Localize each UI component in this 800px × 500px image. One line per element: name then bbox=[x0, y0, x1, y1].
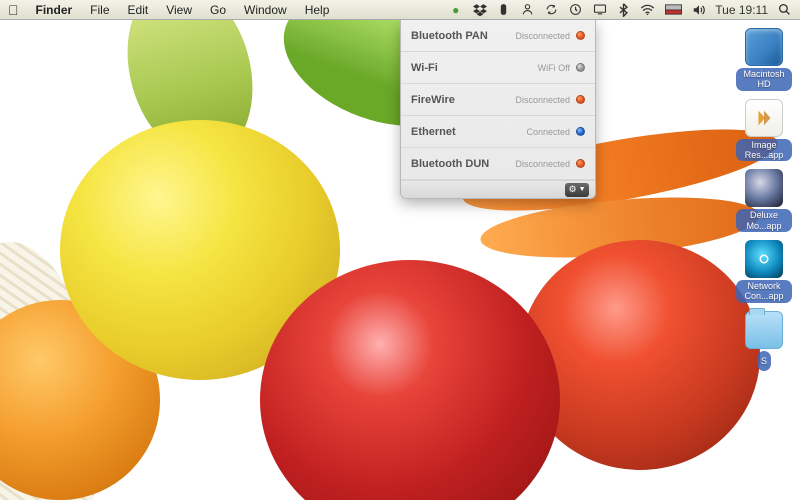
network-status: Connected bbox=[526, 127, 570, 137]
hard-drive-icon bbox=[745, 28, 783, 66]
icon-label: Network Con...app bbox=[736, 280, 792, 303]
gear-dropdown-button[interactable]: ⚙ ▼ bbox=[565, 183, 589, 197]
file-menu[interactable]: File bbox=[81, 3, 118, 17]
app-menu[interactable]: Finder bbox=[27, 3, 82, 17]
window-menu[interactable]: Window bbox=[235, 3, 296, 17]
edit-menu[interactable]: Edit bbox=[119, 3, 158, 17]
help-menu[interactable]: Help bbox=[296, 3, 339, 17]
apple-menu-icon[interactable]:  bbox=[8, 3, 19, 17]
desktop-icon-folder-s[interactable]: S bbox=[736, 311, 792, 371]
view-menu[interactable]: View bbox=[157, 3, 201, 17]
status-dot-icon bbox=[576, 31, 585, 40]
user-switch-icon[interactable] bbox=[520, 2, 535, 17]
status-dot-icon bbox=[576, 95, 585, 104]
network-name: Ethernet bbox=[411, 126, 456, 138]
status-dot-icon bbox=[576, 159, 585, 168]
network-name: Wi-Fi bbox=[411, 62, 438, 74]
status-dot-icon bbox=[576, 127, 585, 136]
folder-icon bbox=[745, 311, 783, 349]
network-status: Disconnected bbox=[515, 95, 570, 105]
gear-icon: ⚙ bbox=[568, 184, 576, 195]
sync-icon[interactable] bbox=[544, 2, 559, 17]
network-row-wifi[interactable]: Wi-Fi WiFi Off bbox=[401, 52, 595, 84]
moon-icon bbox=[745, 169, 783, 207]
icon-label: Deluxe Mo...app bbox=[736, 209, 792, 232]
network-name: Bluetooth DUN bbox=[411, 158, 489, 170]
status-dot-icon bbox=[576, 63, 585, 72]
network-status: Disconnected bbox=[515, 159, 570, 169]
chevron-down-icon: ▼ bbox=[579, 186, 586, 193]
time-machine-icon[interactable] bbox=[568, 2, 583, 17]
desktop-icon-network-connect-app[interactable]: Network Con...app bbox=[736, 240, 792, 303]
icon-label: S bbox=[757, 351, 771, 371]
app-icon bbox=[745, 99, 783, 137]
desktop-icons-column: Macintosh HD Image Res...app Deluxe Mo..… bbox=[734, 28, 794, 371]
desktop-icon-image-res-app[interactable]: Image Res...app bbox=[736, 99, 792, 162]
bluetooth-icon[interactable] bbox=[616, 2, 631, 17]
network-status: Disconnected bbox=[515, 31, 570, 41]
spotlight-icon[interactable] bbox=[777, 2, 792, 17]
network-row-bluetooth-pan[interactable]: Bluetooth PAN Disconnected bbox=[401, 20, 595, 52]
wifi-icon[interactable] bbox=[640, 2, 655, 17]
status-dot-icon[interactable]: ● bbox=[448, 2, 463, 17]
icon-label: Image Res...app bbox=[736, 139, 792, 162]
network-app-icon bbox=[745, 240, 783, 278]
display-icon[interactable] bbox=[592, 2, 607, 17]
menu-bar:  Finder File Edit View Go Window Help ● bbox=[0, 0, 800, 20]
go-menu[interactable]: Go bbox=[201, 3, 235, 17]
icon-label: Macintosh HD bbox=[736, 68, 792, 91]
text-input-icon[interactable] bbox=[664, 2, 682, 17]
network-name: Bluetooth PAN bbox=[411, 30, 488, 42]
network-status: WiFi Off bbox=[538, 63, 570, 73]
evernote-icon[interactable] bbox=[496, 2, 511, 17]
desktop-icon-deluxe-moon-app[interactable]: Deluxe Mo...app bbox=[736, 169, 792, 232]
network-panel-footer: ⚙ ▼ bbox=[401, 180, 595, 198]
network-name: FireWire bbox=[411, 94, 455, 106]
dropbox-icon[interactable] bbox=[472, 2, 487, 17]
volume-icon[interactable] bbox=[691, 2, 706, 17]
network-row-ethernet[interactable]: Ethernet Connected bbox=[401, 116, 595, 148]
network-row-firewire[interactable]: FireWire Disconnected bbox=[401, 84, 595, 116]
desktop-icon-macintosh-hd[interactable]: Macintosh HD bbox=[736, 28, 792, 91]
network-status-panel: Bluetooth PAN Disconnected Wi-Fi WiFi Of… bbox=[400, 20, 596, 199]
network-row-bluetooth-dun[interactable]: Bluetooth DUN Disconnected bbox=[401, 148, 595, 180]
menu-bar-clock[interactable]: Tue 19:11 bbox=[715, 3, 768, 17]
wallpaper-tomato bbox=[520, 240, 760, 470]
